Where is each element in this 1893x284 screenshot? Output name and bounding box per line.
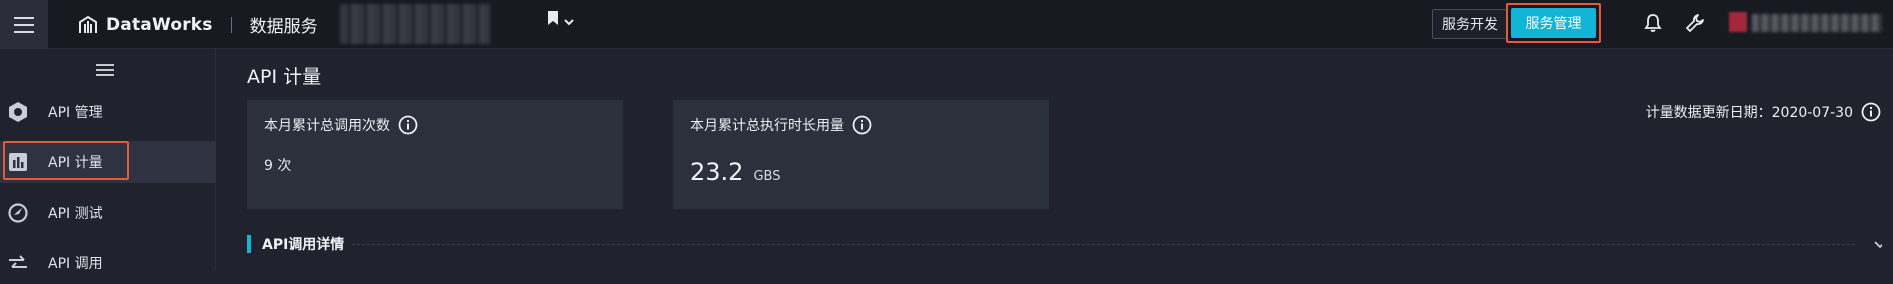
- sidebar-item-api-metering[interactable]: API 计量: [0, 141, 216, 183]
- workspace-selector-redacted[interactable]: [340, 4, 490, 44]
- sidebar-item-api-management[interactable]: API 管理: [0, 91, 216, 133]
- api-call-details-section[interactable]: API调用详情: [247, 233, 1887, 255]
- monthly-execution-usage-card: 本月累计总执行时长用量 23.2 GBS: [673, 100, 1049, 209]
- card-title: 本月累计总调用次数: [264, 115, 418, 135]
- toggle-line: [96, 74, 114, 76]
- product-name: 数据服务: [249, 17, 318, 37]
- sidebar-collapse-button[interactable]: [96, 64, 114, 76]
- service-management-button[interactable]: 服务管理: [1511, 8, 1596, 38]
- toggle-line: [96, 69, 114, 71]
- sidebar-item-api-test[interactable]: API 测试: [0, 192, 216, 234]
- brand[interactable]: DataWorks 数据服务: [78, 0, 318, 49]
- dataworks-logo-icon: [79, 15, 97, 33]
- bookmark-dropdown[interactable]: [547, 8, 575, 28]
- info-icon[interactable]: [1861, 102, 1881, 122]
- card-title: 本月累计总执行时长用量: [690, 115, 872, 135]
- call-count-value: 9 次: [264, 158, 292, 174]
- info-icon[interactable]: [398, 115, 418, 135]
- card-title-text: 本月累计总调用次数: [264, 118, 390, 134]
- usage-unit: GBS: [753, 169, 781, 184]
- monthly-call-count-card: 本月累计总调用次数 9 次: [247, 100, 623, 209]
- metering-update-date: 计量数据更新日期：2020-07-30: [1645, 105, 1853, 121]
- card-title-text: 本月累计总执行时长用量: [690, 118, 844, 134]
- section-divider: [352, 243, 1855, 245]
- avatar[interactable]: [1729, 12, 1747, 32]
- swap-arrows-icon: [9, 255, 27, 268]
- sidebar: API 管理 API 计量 API 测试 API 调用: [0, 49, 216, 272]
- brand-name: DataWorks: [106, 14, 213, 35]
- bookmark-icon: [548, 11, 558, 25]
- hexagon-gear-icon: [9, 102, 27, 122]
- gauge-check-icon: [8, 203, 28, 223]
- main-menu-button[interactable]: [0, 0, 48, 49]
- info-icon[interactable]: [852, 115, 872, 135]
- top-navigation-bar: DataWorks 数据服务 服务开发 服务管理: [0, 0, 1893, 49]
- sidebar-item-label: API 管理: [48, 105, 103, 121]
- wrench-icon[interactable]: [1684, 12, 1706, 34]
- sidebar-item-label: API 测试: [48, 206, 103, 222]
- brand-divider: [230, 16, 232, 33]
- chevron-down-icon: [564, 19, 574, 26]
- service-development-button[interactable]: 服务开发: [1432, 9, 1508, 39]
- bar-chart-icon: [9, 153, 27, 171]
- sidebar-item-label: API 计量: [48, 155, 103, 171]
- bell-icon[interactable]: [1642, 12, 1664, 34]
- section-accent-bar: [247, 235, 251, 253]
- section-title: API调用详情: [262, 237, 345, 253]
- menu-line: [14, 23, 34, 26]
- toggle-line: [96, 64, 114, 66]
- scrollbar[interactable]: [1882, 49, 1893, 270]
- menu-line: [14, 16, 34, 19]
- sidebar-item-api-call[interactable]: API 调用: [0, 242, 216, 284]
- usage-number: 23.2: [690, 158, 744, 186]
- sidebar-item-label: API 调用: [48, 256, 103, 272]
- execution-usage-value: 23.2 GBS: [690, 158, 780, 186]
- user-account-redacted[interactable]: [1752, 14, 1882, 32]
- page-title: API 计量: [247, 66, 322, 88]
- menu-line: [14, 30, 34, 33]
